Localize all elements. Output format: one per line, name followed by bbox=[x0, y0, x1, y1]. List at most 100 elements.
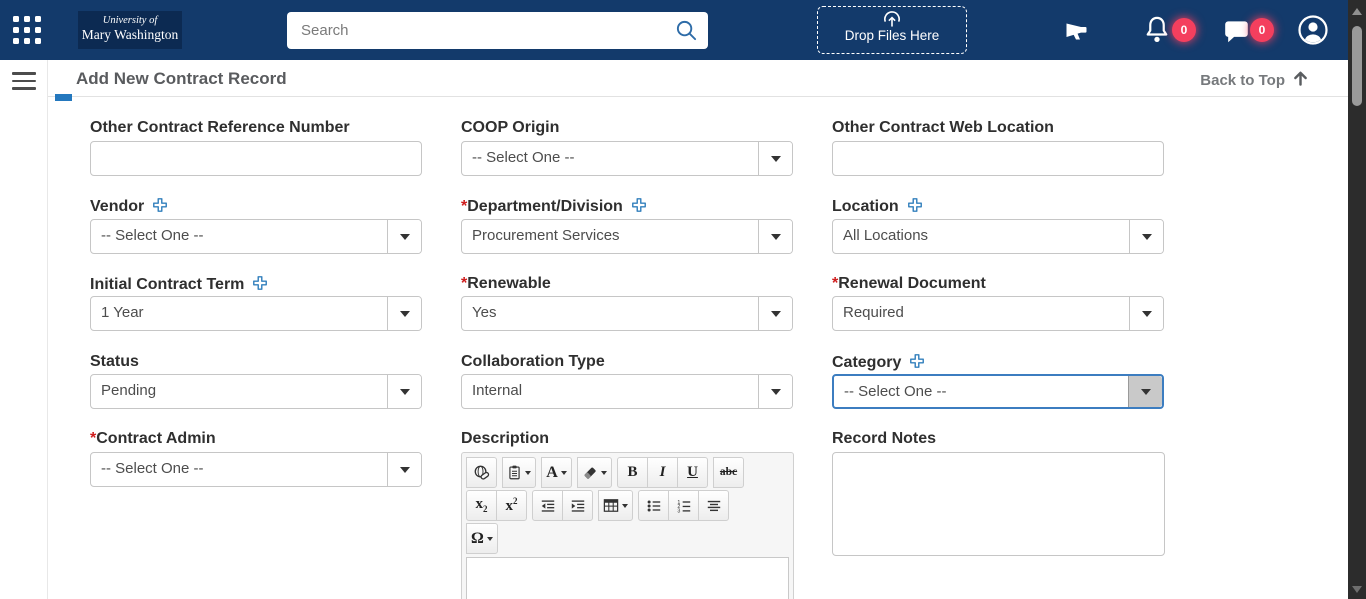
italic-button[interactable]: I bbox=[647, 457, 678, 488]
bold-button[interactable]: B bbox=[617, 457, 648, 488]
notifications-bell-icon[interactable] bbox=[1143, 15, 1171, 49]
align-center-icon bbox=[707, 500, 720, 511]
superscript-button[interactable]: x2 bbox=[496, 490, 527, 521]
top-navbar: University of Mary Washington Drop Files bbox=[0, 0, 1366, 60]
search-icon[interactable] bbox=[675, 19, 698, 47]
vendor-add-icon[interactable] bbox=[152, 197, 168, 218]
coop-origin-dropdown-button[interactable] bbox=[758, 142, 792, 175]
collaboration-type-dropdown-button[interactable] bbox=[758, 375, 792, 408]
caret-down-icon bbox=[770, 233, 781, 240]
renewable-dropdown-button[interactable] bbox=[758, 297, 792, 330]
scrollbar-thumb[interactable] bbox=[1352, 26, 1362, 106]
align-center-button[interactable] bbox=[698, 490, 729, 521]
contract-admin-select[interactable]: -- Select One -- bbox=[90, 452, 422, 487]
upload-cloud-icon bbox=[818, 10, 966, 27]
arrow-up-icon bbox=[1293, 70, 1308, 90]
paste-button[interactable] bbox=[502, 457, 536, 488]
search-input[interactable] bbox=[287, 12, 708, 49]
font-color-button[interactable]: A bbox=[541, 457, 572, 488]
caret-down-icon bbox=[770, 388, 781, 395]
background-color-button[interactable] bbox=[577, 457, 612, 488]
status-dropdown-button[interactable] bbox=[387, 375, 421, 408]
menu-hamburger-icon[interactable] bbox=[12, 72, 36, 91]
underline-button[interactable]: U bbox=[677, 457, 708, 488]
scroll-up-arrow-icon[interactable] bbox=[1352, 8, 1362, 15]
announcements-megaphone-icon[interactable] bbox=[1064, 17, 1092, 48]
caret-down-icon bbox=[399, 388, 410, 395]
label-collaboration-type: Collaboration Type bbox=[461, 353, 605, 370]
link-button[interactable] bbox=[466, 457, 497, 488]
location-value: All Locations bbox=[843, 227, 929, 244]
background-color-icon bbox=[584, 467, 596, 479]
outdent-icon bbox=[541, 499, 554, 512]
department-division-select[interactable]: Procurement Services bbox=[461, 219, 793, 254]
renewal-document-dropdown-button[interactable] bbox=[1129, 297, 1163, 330]
caret-down-icon bbox=[525, 470, 531, 475]
account-profile-icon[interactable] bbox=[1297, 14, 1329, 51]
search-box bbox=[287, 12, 708, 49]
collaboration-type-select[interactable]: Internal bbox=[461, 374, 793, 409]
renewable-value: Yes bbox=[472, 304, 497, 321]
numbered-list-button[interactable]: 1 2 3 bbox=[668, 490, 699, 521]
initial-contract-term-select[interactable]: 1 Year bbox=[90, 296, 422, 331]
department-division-dropdown-button[interactable] bbox=[758, 220, 792, 253]
vendor-dropdown-button[interactable] bbox=[387, 220, 421, 253]
department-add-icon[interactable] bbox=[631, 197, 647, 218]
status-select[interactable]: Pending bbox=[90, 374, 422, 409]
other-contract-reference-number-input[interactable] bbox=[91, 142, 421, 175]
font-color-icon: A bbox=[546, 463, 558, 481]
messages-count-badge[interactable]: 0 bbox=[1250, 18, 1274, 42]
label-other-contract-web-location: Other Contract Web Location bbox=[832, 119, 1054, 136]
initial-contract-term-dropdown-button[interactable] bbox=[387, 297, 421, 330]
table-button[interactable] bbox=[598, 490, 633, 521]
app-window: University of Mary Washington Drop Files bbox=[0, 0, 1366, 599]
category-select[interactable]: -- Select One -- bbox=[832, 374, 1164, 409]
special-character-button[interactable]: Ω bbox=[466, 523, 498, 554]
left-sidebar bbox=[0, 60, 48, 599]
contract-admin-dropdown-button[interactable] bbox=[387, 453, 421, 486]
scroll-down-arrow-icon[interactable] bbox=[1352, 586, 1362, 593]
other-contract-web-location-input[interactable] bbox=[833, 142, 1163, 175]
subscript-button[interactable]: x2 bbox=[466, 490, 497, 521]
app-grid-icon[interactable] bbox=[13, 16, 41, 44]
location-dropdown-button[interactable] bbox=[1129, 220, 1163, 253]
caret-down-icon bbox=[1140, 388, 1151, 395]
renewable-select[interactable]: Yes bbox=[461, 296, 793, 331]
department-division-value: Procurement Services bbox=[472, 227, 620, 244]
page-header: Add New Contract Record Back to Top bbox=[48, 60, 1348, 97]
logo-line2: Mary Washington bbox=[81, 27, 179, 42]
vendor-select[interactable]: -- Select One -- bbox=[90, 219, 422, 254]
back-to-top-button[interactable]: Back to Top bbox=[1200, 70, 1308, 90]
notifications-count-badge[interactable]: 0 bbox=[1172, 18, 1196, 42]
category-dropdown-button[interactable] bbox=[1128, 376, 1162, 407]
label-description: Description bbox=[461, 430, 550, 447]
numbered-list-icon: 1 2 3 bbox=[677, 499, 690, 514]
vertical-scrollbar[interactable] bbox=[1348, 0, 1366, 599]
coop-origin-select[interactable]: -- Select One -- bbox=[461, 141, 793, 176]
initial-contract-term-value: 1 Year bbox=[101, 304, 144, 321]
caret-down-icon bbox=[1141, 310, 1152, 317]
location-add-icon[interactable] bbox=[907, 197, 923, 218]
label-category: Category bbox=[832, 353, 925, 374]
label-renewal-document: *Renewal Document bbox=[832, 275, 986, 292]
umw-logo[interactable]: University of Mary Washington bbox=[78, 11, 182, 49]
label-renewable: *Renewable bbox=[461, 275, 551, 292]
file-dropzone[interactable]: Drop Files Here bbox=[817, 6, 967, 54]
label-department-division: *Department/Division bbox=[461, 197, 647, 218]
status-value: Pending bbox=[101, 382, 157, 399]
label-status: Status bbox=[90, 353, 139, 370]
category-add-icon[interactable] bbox=[909, 353, 925, 374]
record-notes-textarea[interactable] bbox=[832, 452, 1165, 556]
description-editor-content[interactable] bbox=[466, 557, 789, 599]
renewal-document-select[interactable]: Required bbox=[832, 296, 1164, 331]
messages-chat-icon[interactable] bbox=[1222, 19, 1251, 49]
location-select[interactable]: All Locations bbox=[832, 219, 1164, 254]
collaboration-type-value: Internal bbox=[472, 382, 523, 399]
label-location: Location bbox=[832, 197, 923, 218]
indent-button[interactable] bbox=[562, 490, 593, 521]
outdent-button[interactable] bbox=[532, 490, 563, 521]
table-icon bbox=[603, 499, 619, 512]
strikethrough-button[interactable]: abc bbox=[713, 457, 744, 488]
initial-term-add-icon[interactable] bbox=[252, 275, 268, 296]
bulleted-list-button[interactable] bbox=[638, 490, 669, 521]
